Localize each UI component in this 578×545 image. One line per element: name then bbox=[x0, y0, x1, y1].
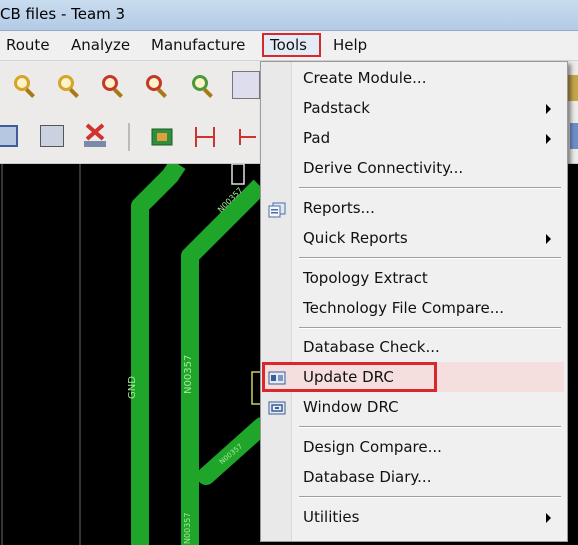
menu-item-label: Database Check... bbox=[303, 338, 440, 356]
menu-item-label: Reports... bbox=[303, 199, 375, 217]
menu-item-create-module[interactable]: Create Module... bbox=[293, 65, 563, 93]
menu-separator bbox=[299, 327, 561, 329]
menu-separator bbox=[299, 496, 561, 498]
zoom-previous-icon[interactable] bbox=[190, 73, 216, 99]
menu-item-label: Design Compare... bbox=[303, 438, 442, 456]
rectangle-icon[interactable] bbox=[40, 125, 64, 147]
menu-bar: Route Analyze Manufacture Tools Help bbox=[0, 31, 578, 61]
net-label-gnd: GND bbox=[127, 376, 138, 399]
menu-item-utilities[interactable]: Utilities bbox=[293, 504, 563, 532]
menu-analyze[interactable]: Analyze bbox=[71, 36, 130, 54]
menu-route[interactable]: Route bbox=[6, 36, 50, 54]
menu-item-pad[interactable]: Pad bbox=[293, 125, 563, 153]
zoom-fit-icon[interactable] bbox=[12, 73, 38, 99]
menu-item-label: Padstack bbox=[303, 99, 370, 117]
window-title: CB files - Team 3 bbox=[0, 5, 126, 23]
menu-item-database-diary[interactable]: Database Diary... bbox=[293, 464, 563, 492]
menu-item-label: Derive Connectivity... bbox=[303, 159, 464, 177]
menu-icon-gutter bbox=[261, 62, 292, 541]
menu-item-database-check[interactable]: Database Check... bbox=[293, 334, 563, 362]
menu-item-label: Create Module... bbox=[303, 69, 427, 87]
zoom-world-icon[interactable] bbox=[232, 71, 260, 99]
menu-item-update-drc[interactable]: Update DRC bbox=[293, 364, 563, 392]
reports-icon bbox=[268, 202, 286, 218]
menu-item-label: Pad bbox=[303, 129, 331, 147]
component-icon[interactable] bbox=[148, 123, 174, 149]
menu-item-label: Update DRC bbox=[303, 368, 394, 386]
select-shape-icon[interactable] bbox=[0, 125, 18, 147]
submenu-arrow-icon bbox=[546, 134, 551, 144]
menu-item-window-drc[interactable]: Window DRC bbox=[293, 394, 563, 422]
submenu-arrow-icon bbox=[546, 234, 551, 244]
menu-item-label: Topology Extract bbox=[303, 269, 428, 287]
menu-item-label: Quick Reports bbox=[303, 229, 408, 247]
menu-item-padstack[interactable]: Padstack bbox=[293, 95, 563, 123]
menu-item-label: Database Diary... bbox=[303, 468, 432, 486]
menu-separator bbox=[299, 257, 561, 259]
menu-separator bbox=[299, 426, 561, 428]
zoom-window-icon[interactable] bbox=[56, 73, 82, 99]
dimension-icon[interactable] bbox=[192, 123, 218, 149]
menu-item-topology-extract[interactable]: Topology Extract bbox=[293, 265, 563, 293]
menu-item-quick-reports[interactable]: Quick Reports bbox=[293, 225, 563, 253]
menu-item-reports[interactable]: Reports... bbox=[293, 195, 563, 223]
toolbar-divider bbox=[128, 123, 130, 151]
net-label-n00357: N00357 bbox=[183, 354, 194, 394]
tools-menu: Create Module... Padstack Pad Derive Con… bbox=[260, 61, 568, 542]
measure-icon[interactable] bbox=[236, 123, 256, 149]
submenu-arrow-icon bbox=[546, 513, 551, 523]
title-bar: CB files - Team 3 bbox=[0, 0, 578, 31]
delete-icon[interactable] bbox=[82, 121, 108, 147]
menu-item-design-compare[interactable]: Design Compare... bbox=[293, 434, 563, 462]
zoom-in-icon[interactable] bbox=[100, 73, 126, 99]
toolbar-overflow-icon-2[interactable] bbox=[570, 123, 578, 149]
menu-item-label: Technology File Compare... bbox=[303, 299, 505, 317]
menu-help[interactable]: Help bbox=[333, 36, 367, 54]
menu-item-label: Utilities bbox=[303, 508, 360, 526]
net-label-n00357-bottom: N00357 bbox=[183, 512, 192, 544]
menu-item-derive-connectivity[interactable]: Derive Connectivity... bbox=[293, 155, 563, 183]
menu-manufacture[interactable]: Manufacture bbox=[151, 36, 245, 54]
menu-item-technology-file-compare[interactable]: Technology File Compare... bbox=[293, 295, 563, 323]
menu-item-label: Window DRC bbox=[303, 398, 399, 416]
menu-separator bbox=[299, 187, 561, 189]
menu-tools[interactable]: Tools bbox=[270, 36, 307, 54]
submenu-arrow-icon bbox=[546, 104, 551, 114]
window-drc-icon bbox=[268, 400, 286, 416]
update-drc-icon bbox=[268, 370, 286, 386]
zoom-out-icon[interactable] bbox=[144, 73, 170, 99]
